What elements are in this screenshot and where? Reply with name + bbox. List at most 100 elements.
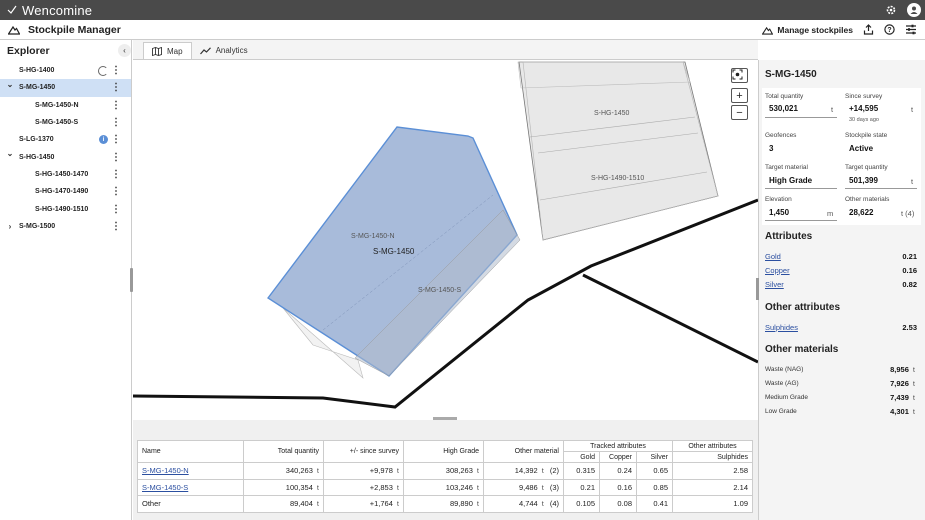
more-options-icon[interactable]: ⋮ <box>111 186 121 197</box>
help-icon[interactable]: ? <box>884 23 895 37</box>
sidebar-item-s-mg-1450[interactable]: ⌄ S-MG-1450 ⋮ <box>0 79 131 97</box>
stockpile-link[interactable]: S-MG-1450-N <box>142 466 189 475</box>
chevron-left-icon: ‹ <box>123 46 126 55</box>
other-materials-kv-unit: t (4) <box>901 209 915 218</box>
attribute-value: 0.82 <box>902 279 917 289</box>
zoom-in-button[interactable]: + <box>731 88 748 103</box>
attribute-link[interactable]: Copper <box>765 266 790 275</box>
sidebar-item-s-mg-1450-s[interactable]: S-MG-1450-S ⋮ <box>0 114 131 131</box>
unit-label: t <box>396 499 399 509</box>
info-icon[interactable]: i <box>99 135 108 145</box>
sidebar-item-label: S-MG-1450-N <box>35 101 79 109</box>
cell-copper: 0.08 <box>599 495 637 513</box>
attribute-link[interactable]: Sulphides <box>765 323 798 332</box>
view-tabs: Map Analytics <box>133 40 758 60</box>
col-name[interactable]: Name <box>137 440 244 463</box>
sidebar-item-s-hg-1490-1510[interactable]: S-HG-1490-1510 ⋮ <box>0 200 131 217</box>
more-options-icon[interactable]: ⋮ <box>111 100 121 111</box>
chevron-right-icon[interactable]: › <box>6 222 14 231</box>
cell-silver: 0.41 <box>636 495 673 513</box>
other-count: (4) <box>549 499 559 509</box>
tab-analytics[interactable]: Analytics <box>192 42 256 59</box>
other-value: 4,744 <box>518 499 538 509</box>
sidebar-item-s-mg-1500[interactable]: › S-MG-1500 ⋮ <box>0 218 131 235</box>
attributes-title: Attributes <box>765 231 813 242</box>
other-attributes-title: Other attributes <box>765 302 841 313</box>
material-value: 8,956 <box>890 364 909 374</box>
map-label-s-hg-1490-1510: S-HG-1490-1510 <box>591 175 645 182</box>
col-high-grade[interactable]: High Grade <box>403 440 484 463</box>
settings-gear-icon[interactable] <box>885 4 897 16</box>
details-summary-card: Total quantity 530,021 t Since survey +1… <box>762 88 921 225</box>
since-survey-age: 30 days ago <box>849 117 879 123</box>
col-copper[interactable]: Copper <box>599 451 637 463</box>
material-value: 7,926 <box>890 378 909 388</box>
sidebar-item-s-hg-1470-1490[interactable]: S-HG-1470-1490 ⋮ <box>0 183 131 200</box>
settings-sliders-icon[interactable] <box>905 24 917 37</box>
material-label: Waste (AG) <box>765 379 799 387</box>
more-options-icon[interactable]: ⋮ <box>111 134 121 145</box>
chevron-down-icon[interactable]: ⌄ <box>6 80 14 89</box>
more-options-icon[interactable]: ⋮ <box>111 152 121 163</box>
sidebar-item-s-lg-1370[interactable]: S-LG-1370 i ⋮ <box>0 131 131 148</box>
attribute-link[interactable]: Gold <box>765 252 781 261</box>
total-quantity-unit: t <box>831 105 834 114</box>
cell-sulphides: 2.14 <box>672 478 753 496</box>
cell-sulphides: 1.09 <box>672 495 753 513</box>
more-options-icon[interactable]: ⋮ <box>111 82 121 93</box>
other-value: 9,486 <box>518 482 538 492</box>
material-unit: t <box>912 392 915 402</box>
fit-to-view-button[interactable] <box>731 68 748 83</box>
sidebar-item-s-hg-1450[interactable]: ⌄ S-HG-1450 ⋮ <box>0 148 131 165</box>
attribute-link[interactable]: Silver <box>765 280 784 289</box>
details-panel-resize-handle[interactable] <box>756 278 759 300</box>
col-sulphides[interactable]: Sulphides <box>672 451 753 463</box>
stockpile-state-label: Stockpile state <box>845 132 888 139</box>
material-unit: t <box>912 406 915 416</box>
other-count: (2) <box>549 466 559 476</box>
map-icon <box>152 46 162 56</box>
manage-stockpiles-button[interactable]: Manage stockpiles <box>762 25 853 35</box>
geofence-s-hg-1450[interactable] <box>517 61 719 241</box>
cell-gold: 0.105 <box>563 495 600 513</box>
svg-text:?: ? <box>887 27 891 34</box>
sidebar-item-s-hg-1400[interactable]: S-HG-1400 ⋮ <box>0 62 131 79</box>
col-silver[interactable]: Silver <box>636 451 673 463</box>
minus-icon: − <box>736 106 743 119</box>
tab-map[interactable]: Map <box>143 42 192 59</box>
sidebar-item-label: S-MG-1450 <box>19 84 56 92</box>
more-options-icon[interactable]: ⋮ <box>111 169 121 180</box>
unit-label: t <box>316 482 319 492</box>
zoom-out-button[interactable]: − <box>731 105 748 120</box>
target-material-label: Target material <box>765 164 808 171</box>
more-options-icon[interactable]: ⋮ <box>111 65 121 76</box>
high-value: 103,246 <box>445 482 473 492</box>
user-avatar-icon[interactable] <box>907 3 921 17</box>
map-view[interactable]: S-HG-1450 S-HG-1490-1510 S-MG-1450-N S-M… <box>133 60 758 417</box>
material-value: 7,439 <box>890 392 909 402</box>
sidebar-item-s-mg-1450-n[interactable]: S-MG-1450-N ⋮ <box>0 97 131 114</box>
more-options-icon[interactable]: ⋮ <box>111 117 121 128</box>
chevron-down-icon[interactable]: ⌄ <box>6 149 14 158</box>
table-row[interactable]: S-MG-1450-N 340,263 t +9,978 t 308,263 t 14,392… <box>137 462 753 480</box>
sidebar-item-s-hg-1450-1470[interactable]: S-HG-1450-1470 ⋮ <box>0 166 131 183</box>
col-total-quantity[interactable]: Total quantity <box>243 440 324 463</box>
stockpile-link[interactable]: S-MG-1450-S <box>142 483 188 492</box>
export-icon[interactable] <box>863 23 874 37</box>
cell-silver: 0.65 <box>636 462 673 480</box>
unit-label: t <box>396 466 399 476</box>
collapse-sidebar-button[interactable]: ‹ <box>118 44 131 57</box>
other-materials-title: Other materials <box>765 344 839 355</box>
table-row[interactable]: Other 89,404 t +1,764 t 89,890 t 4,744 t (4) 0.105… <box>137 495 753 513</box>
elevation-unit: m <box>827 209 834 218</box>
cell-total: 100,354 t <box>243 478 324 496</box>
sidebar-item-label: S-MG-1450-S <box>35 119 79 127</box>
table-row[interactable]: S-MG-1450-S 100,354 t +2,853 t 103,246 t 9,486 t… <box>137 478 753 496</box>
col-other-material[interactable]: Other material <box>483 440 564 463</box>
more-options-icon[interactable]: ⋮ <box>111 204 121 215</box>
total-quantity-label: Total quantity <box>765 93 804 100</box>
more-options-icon[interactable]: ⋮ <box>111 221 121 232</box>
col-since-survey[interactable]: +/- since survey <box>323 440 404 463</box>
stockpile-state-value: Active <box>849 144 874 153</box>
col-gold[interactable]: Gold <box>563 451 600 463</box>
